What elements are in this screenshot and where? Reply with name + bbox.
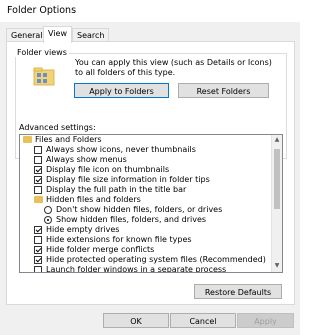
folder-views-icon [33,67,55,86]
view-tab-panel: Folder views You can apply this view (su… [6,41,295,305]
folder-options-window: Folder Options General View Search Folde… [0,0,300,335]
checkbox-icon[interactable] [34,156,42,164]
tab-search[interactable]: Search [72,28,110,42]
checkbox-icon[interactable] [34,166,42,174]
checkbox-icon[interactable] [34,236,42,244]
checkbox-icon[interactable] [34,266,42,272]
title-bar[interactable]: Folder Options [0,0,300,22]
cancel-button[interactable]: Cancel [170,313,236,328]
folder-views-label: Folder views [15,48,69,57]
folder-views-description: You can apply this view (such as Details… [75,58,272,77]
checkbox-icon[interactable] [34,246,42,254]
scroll-down-icon[interactable]: ▼ [273,262,281,270]
radio-icon[interactable] [44,206,52,214]
folder-icon [23,136,32,143]
window-title: Folder Options [7,5,77,16]
scrollbar-thumb[interactable] [274,149,280,209]
ok-button[interactable]: OK [103,313,169,328]
tab-general[interactable]: General [6,28,48,42]
tab-view[interactable]: View [43,26,72,43]
folder-icon [34,196,43,203]
scroll-up-icon[interactable]: ▲ [273,136,281,144]
radio-icon[interactable] [44,216,52,224]
reset-folders-button[interactable]: Reset Folders [178,83,269,98]
checkbox-icon[interactable] [34,226,42,234]
advanced-settings-tree[interactable]: Files and Folders Always show icons, nev… [19,134,283,273]
restore-defaults-button[interactable]: Restore Defaults [194,284,282,299]
apply-button[interactable]: Apply [237,313,294,328]
checkbox-icon[interactable] [34,186,42,194]
vertical-scrollbar[interactable]: ▲ ▼ [271,135,282,272]
checkbox-icon[interactable] [34,146,42,154]
checkbox-icon[interactable] [34,256,42,264]
checkbox-icon[interactable] [34,176,42,184]
apply-to-folders-button[interactable]: Apply to Folders [74,83,169,98]
advanced-settings-label: Advanced settings: [19,123,96,132]
